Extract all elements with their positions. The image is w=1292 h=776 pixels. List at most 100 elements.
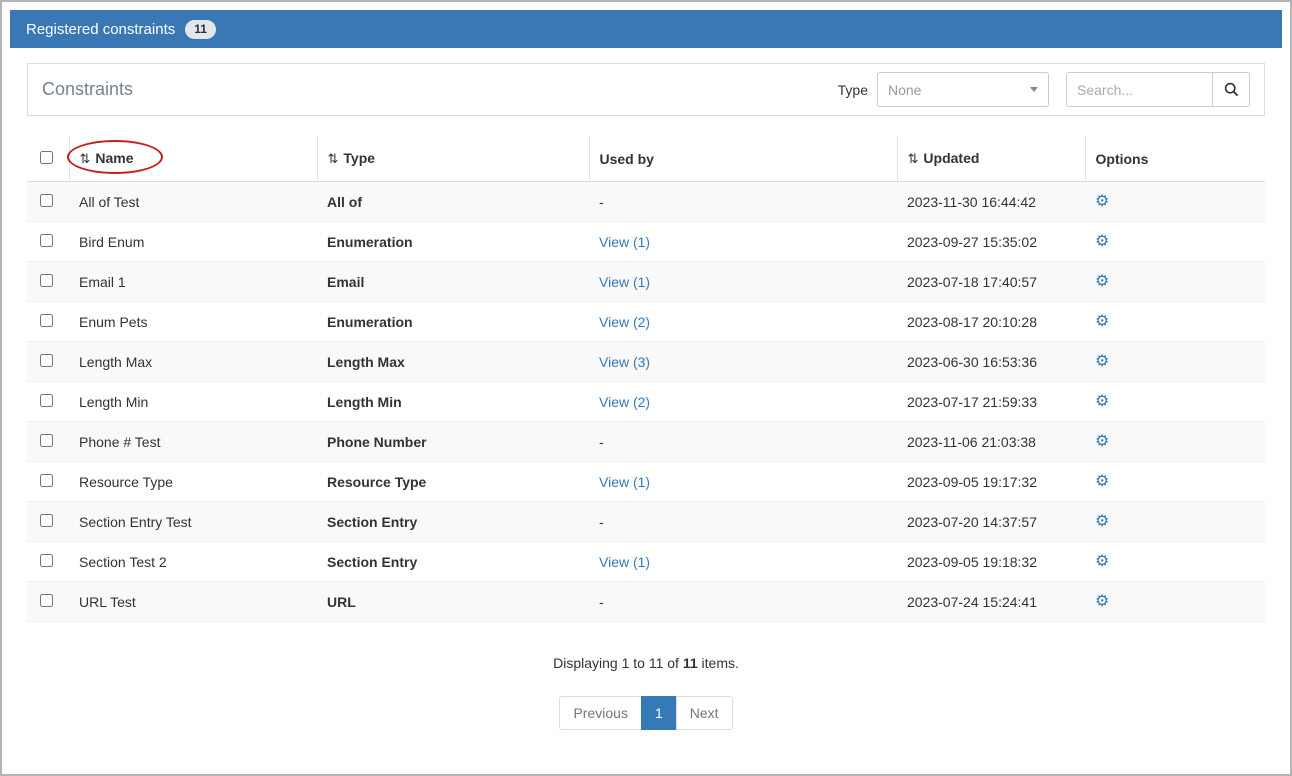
row-checkbox-cell xyxy=(27,262,69,302)
gear-icon[interactable]: ⚙ xyxy=(1095,313,1109,330)
row-type: Resource Type xyxy=(317,462,589,502)
row-name: Length Max xyxy=(69,342,317,382)
chevron-down-icon xyxy=(1030,87,1038,92)
row-checkbox-cell xyxy=(27,542,69,582)
table-row: URL TestURL-2023-07-24 15:24:41⚙ xyxy=(27,582,1265,622)
pagination-next[interactable]: Next xyxy=(676,696,733,730)
row-used-by: - xyxy=(589,502,897,542)
row-updated: 2023-09-05 19:17:32 xyxy=(897,462,1085,502)
table-row: All of TestAll of-2023-11-30 16:44:42⚙ xyxy=(27,182,1265,222)
column-header-checkbox xyxy=(27,136,69,182)
row-used-by: View (1) xyxy=(589,462,897,502)
row-type: Enumeration xyxy=(317,302,589,342)
table-row: Section Test 2Section Entry View (1) 2023-… xyxy=(27,542,1265,582)
table-body: All of TestAll of-2023-11-30 16:44:42⚙Bi… xyxy=(27,182,1265,622)
summary-suffix: items. xyxy=(698,655,739,671)
used-by-link[interactable]: View (1) xyxy=(599,274,650,290)
column-header-used-by: Used by xyxy=(589,136,897,182)
row-type: Section Entry xyxy=(317,542,589,582)
row-checkbox[interactable] xyxy=(40,474,53,487)
row-used-by: View (2) xyxy=(589,302,897,342)
column-header-name[interactable]: ⇅Name xyxy=(69,136,317,182)
pagination-previous[interactable]: Previous xyxy=(559,696,641,730)
used-by-link[interactable]: View (2) xyxy=(599,314,650,330)
select-all-checkbox[interactable] xyxy=(40,151,53,164)
gear-icon[interactable]: ⚙ xyxy=(1095,433,1109,450)
row-checkbox[interactable] xyxy=(40,434,53,447)
search-group xyxy=(1066,72,1250,107)
search-icon xyxy=(1224,82,1239,97)
column-header-type[interactable]: ⇅ Type xyxy=(317,136,589,182)
used-by-link[interactable]: View (1) xyxy=(599,554,650,570)
row-name: Bird Enum xyxy=(69,222,317,262)
row-checkbox-cell xyxy=(27,302,69,342)
row-checkbox-cell xyxy=(27,382,69,422)
gear-icon[interactable]: ⚙ xyxy=(1095,193,1109,210)
row-type: Length Max xyxy=(317,342,589,382)
row-updated: 2023-11-06 21:03:38 xyxy=(897,422,1085,462)
row-updated: 2023-07-17 21:59:33 xyxy=(897,382,1085,422)
panel-title: Registered constraints xyxy=(26,21,175,38)
row-checkbox[interactable] xyxy=(40,514,53,527)
row-updated: 2023-08-17 20:10:28 xyxy=(897,302,1085,342)
column-label-updated: Updated xyxy=(923,150,979,166)
row-name: Email 1 xyxy=(69,262,317,302)
gear-icon[interactable]: ⚙ xyxy=(1095,473,1109,490)
row-updated: 2023-09-27 15:35:02 xyxy=(897,222,1085,262)
row-name: Length Min xyxy=(69,382,317,422)
row-type: Length Min xyxy=(317,382,589,422)
row-checkbox[interactable] xyxy=(40,554,53,567)
row-checkbox[interactable] xyxy=(40,394,53,407)
row-type: URL xyxy=(317,582,589,622)
row-checkbox-cell xyxy=(27,222,69,262)
row-checkbox-cell xyxy=(27,422,69,462)
type-filter-select[interactable]: None xyxy=(877,72,1049,107)
search-button[interactable] xyxy=(1212,72,1250,107)
row-checkbox[interactable] xyxy=(40,274,53,287)
row-checkbox-cell xyxy=(27,502,69,542)
pagination-1[interactable]: 1 xyxy=(641,696,677,730)
row-checkbox-cell xyxy=(27,582,69,622)
row-checkbox[interactable] xyxy=(40,314,53,327)
row-checkbox-cell xyxy=(27,182,69,222)
row-updated: 2023-09-05 19:18:32 xyxy=(897,542,1085,582)
row-checkbox[interactable] xyxy=(40,194,53,207)
gear-icon[interactable]: ⚙ xyxy=(1095,233,1109,250)
row-options-cell: ⚙ xyxy=(1085,582,1265,622)
used-by-link[interactable]: View (1) xyxy=(599,234,650,250)
gear-icon[interactable]: ⚙ xyxy=(1095,353,1109,370)
summary-text: Displaying 1 to 11 of 11 items. xyxy=(27,655,1265,671)
row-options-cell: ⚙ xyxy=(1085,382,1265,422)
row-updated: 2023-07-24 15:24:41 xyxy=(897,582,1085,622)
row-checkbox[interactable] xyxy=(40,594,53,607)
table-row: Resource TypeResource TypeView (1)2023-0… xyxy=(27,462,1265,502)
used-by-link[interactable]: View (3) xyxy=(599,354,650,370)
sort-icon: ⇅ xyxy=(328,151,339,166)
row-used-by: View (2) xyxy=(589,382,897,422)
gear-icon[interactable]: ⚙ xyxy=(1095,593,1109,610)
summary-count: 11 xyxy=(683,655,698,671)
gear-icon[interactable]: ⚙ xyxy=(1095,393,1109,410)
row-name: Phone # Test xyxy=(69,422,317,462)
gear-icon[interactable]: ⚙ xyxy=(1095,513,1109,530)
row-type: All of xyxy=(317,182,589,222)
row-options-cell: ⚙ xyxy=(1085,502,1265,542)
used-by-link[interactable]: View (2) xyxy=(599,394,650,410)
row-used-by: - xyxy=(589,182,897,222)
column-label-type: Type xyxy=(343,150,375,166)
search-input[interactable] xyxy=(1066,72,1212,107)
used-by-link[interactable]: View (1) xyxy=(599,474,650,490)
row-options-cell: ⚙ xyxy=(1085,262,1265,302)
sort-icon: ⇅ xyxy=(908,151,919,166)
column-header-updated[interactable]: ⇅ Updated xyxy=(897,136,1085,182)
row-checkbox[interactable] xyxy=(40,234,53,247)
count-badge: 11 xyxy=(185,20,216,39)
row-used-by: - xyxy=(589,422,897,462)
column-label-name: Name xyxy=(95,150,133,166)
row-name: Section Test 2 xyxy=(69,542,317,582)
type-filter-label: Type xyxy=(838,82,868,98)
gear-icon[interactable]: ⚙ xyxy=(1095,273,1109,290)
row-checkbox[interactable] xyxy=(40,354,53,367)
gear-icon[interactable]: ⚙ xyxy=(1095,553,1109,570)
content: Constraints Type None xyxy=(10,48,1282,730)
